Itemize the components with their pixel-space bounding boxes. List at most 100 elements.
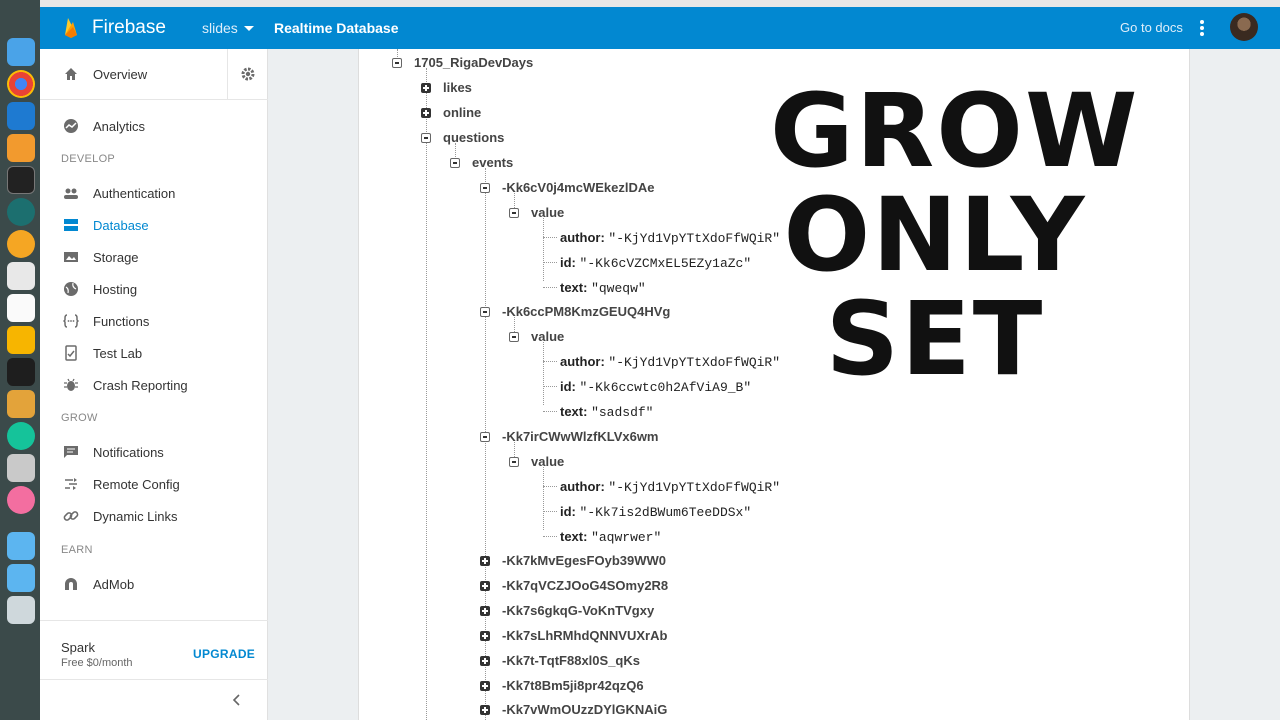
tree-node-event[interactable]: -Kk7irCWwWlzfKLVx6wm xyxy=(502,429,659,444)
tree-leaf-id[interactable]: id: "-Kk6cVZCMxEL5EZy1aZc" xyxy=(560,255,751,271)
sidebar-item-overview[interactable]: Overview xyxy=(40,58,268,90)
collapse-toggle[interactable] xyxy=(421,133,431,143)
tree-leaf-id[interactable]: id: "-Kk7is2dBWum6TeeDDSx" xyxy=(560,504,751,520)
grammarly-icon[interactable] xyxy=(7,422,35,450)
tree-line xyxy=(543,486,557,487)
sidebar-item-label: Remote Config xyxy=(93,476,180,492)
downloads-folder-icon[interactable] xyxy=(7,564,35,592)
collapse-toggle[interactable] xyxy=(509,457,519,467)
preview-icon[interactable] xyxy=(7,454,35,482)
plan-price: Free $0/month xyxy=(61,657,133,669)
avatar[interactable] xyxy=(1230,13,1258,41)
sidebar-item-hosting[interactable]: Hosting xyxy=(40,273,268,305)
tree-node-questions[interactable]: questions xyxy=(443,130,504,145)
transmit-icon[interactable] xyxy=(7,230,35,258)
tree-node-event[interactable]: -Kk7t8Bm5ji8pr42qzQ6 xyxy=(502,678,644,693)
apps-folder-icon[interactable] xyxy=(7,532,35,560)
expand-toggle[interactable] xyxy=(421,83,431,93)
project-selector[interactable]: slides xyxy=(202,20,238,36)
sidebar-item-label: Authentication xyxy=(93,185,176,201)
sidebar-item-notifications[interactable]: Notifications xyxy=(40,436,268,468)
figma-icon[interactable] xyxy=(7,358,35,386)
itunes-icon[interactable] xyxy=(7,486,35,514)
chevron-down-icon[interactable] xyxy=(244,26,254,31)
tree-node-online[interactable]: online xyxy=(443,105,481,120)
sidebar-item-functions[interactable]: Functions xyxy=(40,305,268,337)
tree-node-value[interactable]: value xyxy=(531,329,564,344)
terminal-icon[interactable] xyxy=(7,166,35,194)
bug-icon xyxy=(64,378,78,391)
sidebar-item-database[interactable]: Database xyxy=(40,209,268,241)
sidebar-item-test-lab[interactable]: Test Lab xyxy=(40,337,268,369)
sidebar-item-dynamic-links[interactable]: Dynamic Links xyxy=(40,500,268,532)
section-grow: GROW xyxy=(61,412,98,424)
tree-leaf-text[interactable]: text: "sadsdf" xyxy=(560,404,654,420)
sidebar-item-admob[interactable]: AdMob xyxy=(40,568,268,600)
tree-node-event[interactable]: -Kk6cV0j4mcWEkezlDAe xyxy=(502,180,654,195)
divider xyxy=(227,49,228,99)
sidebar-item-analytics[interactable]: Analytics xyxy=(40,110,268,142)
sidebar-item-remote-config[interactable]: Remote Config xyxy=(40,468,268,500)
tree-leaf-author[interactable]: author: "-KjYd1VpYTtXdoFfWQiR" xyxy=(560,230,780,246)
tree-node-event[interactable]: -Kk7qVCZJOoG4SOmy2R8 xyxy=(502,578,668,593)
sidebar-item-label: Analytics xyxy=(93,118,146,134)
tree-leaf-id[interactable]: id: "-Kk6ccwtc0h2AfViA9_B" xyxy=(560,379,751,395)
tree-node-value[interactable]: value xyxy=(531,454,564,469)
ia-writer-icon[interactable] xyxy=(7,294,35,322)
go-to-docs-link[interactable]: Go to docs xyxy=(1120,20,1183,35)
vscode-icon[interactable] xyxy=(7,102,35,130)
collapse-toggle[interactable] xyxy=(509,332,519,342)
tree-node-root[interactable]: 1705_RigaDevDays xyxy=(414,55,533,70)
tree-leaf-text[interactable]: text: "aqwrwer" xyxy=(560,529,661,545)
more-vert-icon[interactable] xyxy=(1200,20,1204,36)
divider xyxy=(40,620,268,621)
collapse-toggle[interactable] xyxy=(450,158,460,168)
expand-toggle[interactable] xyxy=(480,606,490,616)
gitkraken-icon[interactable] xyxy=(7,198,35,226)
tree-leaf-text[interactable]: text: "qweqw" xyxy=(560,280,646,296)
chevron-left-icon[interactable] xyxy=(231,693,243,707)
sidebar-item-storage[interactable]: Storage xyxy=(40,241,268,273)
slack-icon[interactable] xyxy=(7,262,35,290)
section-earn: EARN xyxy=(61,544,93,556)
tree-node-likes[interactable]: likes xyxy=(443,80,472,95)
database-icon xyxy=(64,219,78,231)
tree-node-event[interactable]: -Kk7kMvEgesFOyb39WW0 xyxy=(502,553,666,568)
tree-node-event[interactable]: -Kk6ccPM8KmzGEUQ4HVg xyxy=(502,304,670,319)
tree-node-value[interactable]: value xyxy=(531,205,564,220)
collapse-toggle[interactable] xyxy=(480,183,490,193)
tree-line xyxy=(543,386,557,387)
expand-toggle[interactable] xyxy=(480,656,490,666)
sketch-icon[interactable] xyxy=(7,326,35,354)
collapse-toggle[interactable] xyxy=(480,432,490,442)
expand-toggle[interactable] xyxy=(480,556,490,566)
collapse-toggle[interactable] xyxy=(509,208,519,218)
tree-node-event[interactable]: -Kk7t-TqtF88xl0S_qKs xyxy=(502,653,640,668)
collapse-toggle[interactable] xyxy=(480,307,490,317)
brand-name: Firebase xyxy=(92,17,166,38)
sidebar-item-label: Hosting xyxy=(93,281,138,297)
expand-toggle[interactable] xyxy=(480,581,490,591)
collapse-toggle[interactable] xyxy=(392,58,402,68)
tree-node-event[interactable]: -Kk7vWmOUzzDYlGKNAiG xyxy=(502,702,667,717)
analytics-icon xyxy=(64,119,78,133)
expand-toggle[interactable] xyxy=(480,681,490,691)
chrome-icon[interactable] xyxy=(7,70,35,98)
tree-node-event[interactable]: -Kk7s6gkqG-VoKnTVgxy xyxy=(502,603,654,618)
gear-icon[interactable] xyxy=(240,66,256,82)
sidebar-item-crash-reporting[interactable]: Crash Reporting xyxy=(40,369,268,401)
expand-toggle[interactable] xyxy=(480,631,490,641)
upgrade-button[interactable]: UPGRADE xyxy=(193,647,255,661)
tree-leaf-author[interactable]: author: "-KjYd1VpYTtXdoFfWQiR" xyxy=(560,479,780,495)
finder-icon[interactable] xyxy=(7,38,35,66)
keynote-icon[interactable] xyxy=(7,390,35,418)
tree-node-events[interactable]: events xyxy=(472,155,513,170)
expand-toggle[interactable] xyxy=(421,108,431,118)
expand-toggle[interactable] xyxy=(480,705,490,715)
tree-node-event[interactable]: -Kk7sLhRMhdQNNVUXrAb xyxy=(502,628,667,643)
functions-icon xyxy=(63,314,79,328)
tree-leaf-author[interactable]: author: "-KjYd1VpYTtXdoFfWQiR" xyxy=(560,354,780,370)
sidebar-item-authentication[interactable]: Authentication xyxy=(40,177,268,209)
sublime-icon[interactable] xyxy=(7,134,35,162)
trash-icon[interactable] xyxy=(7,596,35,624)
